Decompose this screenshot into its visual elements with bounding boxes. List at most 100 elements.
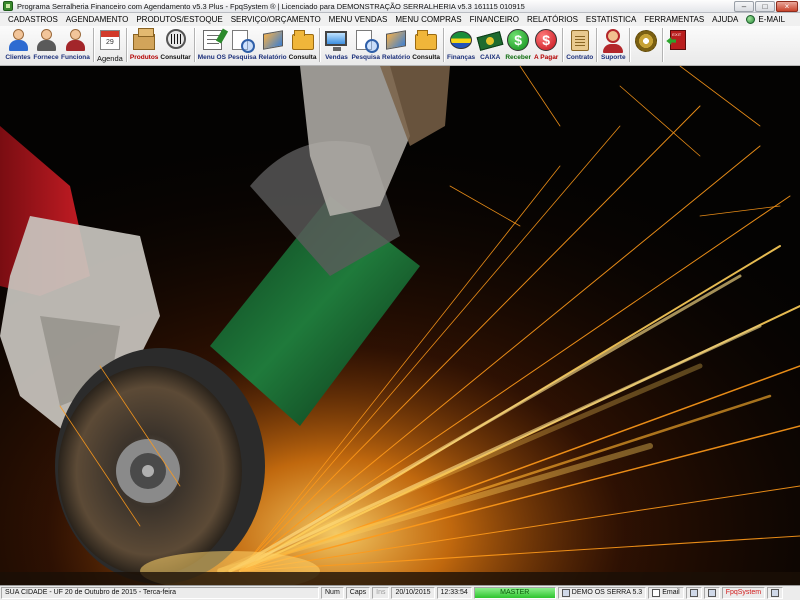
settings-button[interactable] — [632, 28, 660, 64]
fornecedores-button[interactable]: Fornece — [32, 28, 60, 64]
contrato-button[interactable]: Contrato — [565, 28, 594, 64]
toolbar-group-cadastros: Clientes Fornece Funciona — [4, 28, 91, 64]
toolbar-separator — [92, 28, 94, 62]
exit-sign: EXIT — [672, 32, 682, 37]
clientes-button[interactable]: Clientes — [4, 28, 32, 64]
produtos-button[interactable]: Produtos — [129, 28, 160, 64]
suporte-button[interactable]: Suporte — [599, 28, 627, 64]
menu-estatistica[interactable]: ESTATISTICA — [582, 15, 640, 24]
employee-icon — [62, 28, 88, 52]
caixa-button[interactable]: CAIXA — [476, 28, 504, 64]
status-email-label: Email — [662, 589, 680, 596]
menu-ajuda[interactable]: AJUDA — [708, 15, 742, 24]
supplier-icon — [33, 28, 59, 52]
status-num-lock: Num — [321, 587, 344, 599]
consulta-vendas-button[interactable]: Consulta — [411, 28, 441, 64]
menu-relatorios[interactable]: RELATÓRIOS — [523, 15, 582, 24]
window-controls: – □ × — [734, 1, 798, 12]
status-bar: SUA CIDADE - UF 20 de Outubro de 2015 - … — [0, 585, 800, 600]
toolbar-separator — [629, 28, 631, 62]
cash-icon — [476, 28, 504, 52]
resize-icon — [771, 589, 780, 597]
pesquisa-vendas-button[interactable]: Pesquisa — [350, 28, 381, 64]
a-pagar-button[interactable]: $ A Pagar — [532, 28, 560, 64]
exit-button[interactable]: EXIT — [665, 28, 693, 64]
menu-bar: CADASTROS AGENDAMENTO PRODUTOS/ESTOQUE S… — [0, 13, 800, 26]
consultar-button[interactable]: Consultar — [159, 28, 191, 64]
menu-vendas[interactable]: MENU VENDAS — [325, 15, 392, 24]
relatorio-vendas-label: Relatório — [382, 54, 411, 61]
mail-icon — [652, 589, 661, 597]
vendas-button[interactable]: Vendas — [322, 28, 350, 64]
status-date: 20/10/2015 — [391, 587, 435, 599]
status-license: DEMO OS SERRA 5.3 — [557, 587, 647, 599]
monitor-icon — [323, 28, 349, 52]
consulta-vendas-label: Consulta — [412, 54, 440, 61]
relatorio-vendas-button[interactable]: Relatório — [381, 28, 411, 64]
menu-financeiro[interactable]: FINANCEIRO — [466, 15, 523, 24]
a-pagar-label: A Pagar — [534, 54, 559, 61]
menu-servico-orcamento[interactable]: SERVIÇO/ORÇAMENTO — [227, 15, 325, 24]
menu-compras[interactable]: MENU COMPRAS — [391, 15, 465, 24]
globe-icon — [746, 15, 756, 24]
menu-email-label: E-MAIL — [758, 15, 786, 24]
suporte-label: Suporte — [601, 54, 626, 61]
computer-icon — [561, 589, 570, 597]
report-icon — [383, 28, 409, 52]
financas-button[interactable]: Finanças — [446, 28, 476, 64]
menu-cadastros[interactable]: CADASTROS — [4, 15, 62, 24]
close-button[interactable]: × — [776, 1, 798, 12]
funciona-label: Funciona — [61, 54, 90, 61]
menu-os-button[interactable]: Menu OS — [197, 28, 227, 64]
menu-email[interactable]: E-MAIL — [742, 15, 789, 24]
flag-icon — [448, 28, 474, 52]
status-time: 12:33:54 — [436, 587, 472, 599]
gear-icon — [633, 28, 659, 52]
clipboard-icon — [199, 28, 225, 52]
status-demo-label: DEMO OS SERRA 5.3 — [571, 589, 643, 596]
menu-agendamento[interactable]: AGENDAMENTO — [62, 15, 133, 24]
printer-icon — [689, 589, 698, 597]
relatorio-os-button[interactable]: Relatório — [257, 28, 287, 64]
consultar-label: Consultar — [160, 54, 191, 61]
app-icon — [3, 1, 13, 11]
toolbar-separator — [662, 28, 664, 62]
status-tool-1[interactable] — [685, 587, 702, 599]
status-email[interactable]: Email — [648, 587, 684, 599]
pesquisa-os-label: Pesquisa — [227, 54, 257, 61]
calendar-icon: 29 — [97, 28, 123, 52]
funcionarios-button[interactable]: Funciona — [60, 28, 91, 64]
relatorio-os-label: Relatório — [258, 54, 287, 61]
toolbar-separator — [562, 28, 564, 62]
maximize-button[interactable]: □ — [755, 1, 775, 12]
window-icon — [707, 589, 716, 597]
minimize-button[interactable]: – — [734, 1, 754, 12]
status-tool-3[interactable] — [767, 587, 784, 599]
folder-icon — [290, 28, 316, 52]
dollar-green-icon: $ — [505, 28, 531, 52]
magnifier-icon — [229, 28, 256, 53]
menu-ferramentas[interactable]: FERRAMENTAS — [640, 15, 708, 24]
pesquisa-os-button[interactable]: Pesquisa — [227, 28, 258, 64]
support-agent-icon — [600, 28, 626, 53]
toolbar-separator — [319, 28, 321, 62]
consulta-os-button[interactable]: Consulta — [288, 28, 318, 64]
window-title: Programa Serralheria Financeiro com Agen… — [17, 1, 525, 11]
produtos-label: Produtos — [129, 54, 159, 61]
clientes-label: Clientes — [5, 54, 31, 61]
background-image — [0, 66, 800, 585]
agenda-button[interactable]: 29 Agenda — [96, 28, 124, 64]
receber-button[interactable]: $ Receber — [504, 28, 532, 64]
status-tool-2[interactable] — [703, 587, 720, 599]
boxes-icon — [131, 28, 157, 52]
menu-os-label: Menu OS — [197, 54, 226, 61]
toolbar: Clientes Fornece Funciona 29 Agenda Prod… — [0, 26, 800, 66]
magnifier-icon — [353, 28, 379, 53]
agenda-label: Agenda — [96, 54, 123, 63]
calendar-day: 29 — [105, 39, 114, 46]
toolbar-separator — [125, 28, 127, 62]
contrato-label: Contrato — [566, 54, 594, 61]
title-bar: Programa Serralheria Financeiro com Agen… — [0, 0, 800, 13]
toolbar-separator — [193, 28, 195, 62]
menu-produtos-estoque[interactable]: PRODUTOS/ESTOQUE — [132, 15, 226, 24]
